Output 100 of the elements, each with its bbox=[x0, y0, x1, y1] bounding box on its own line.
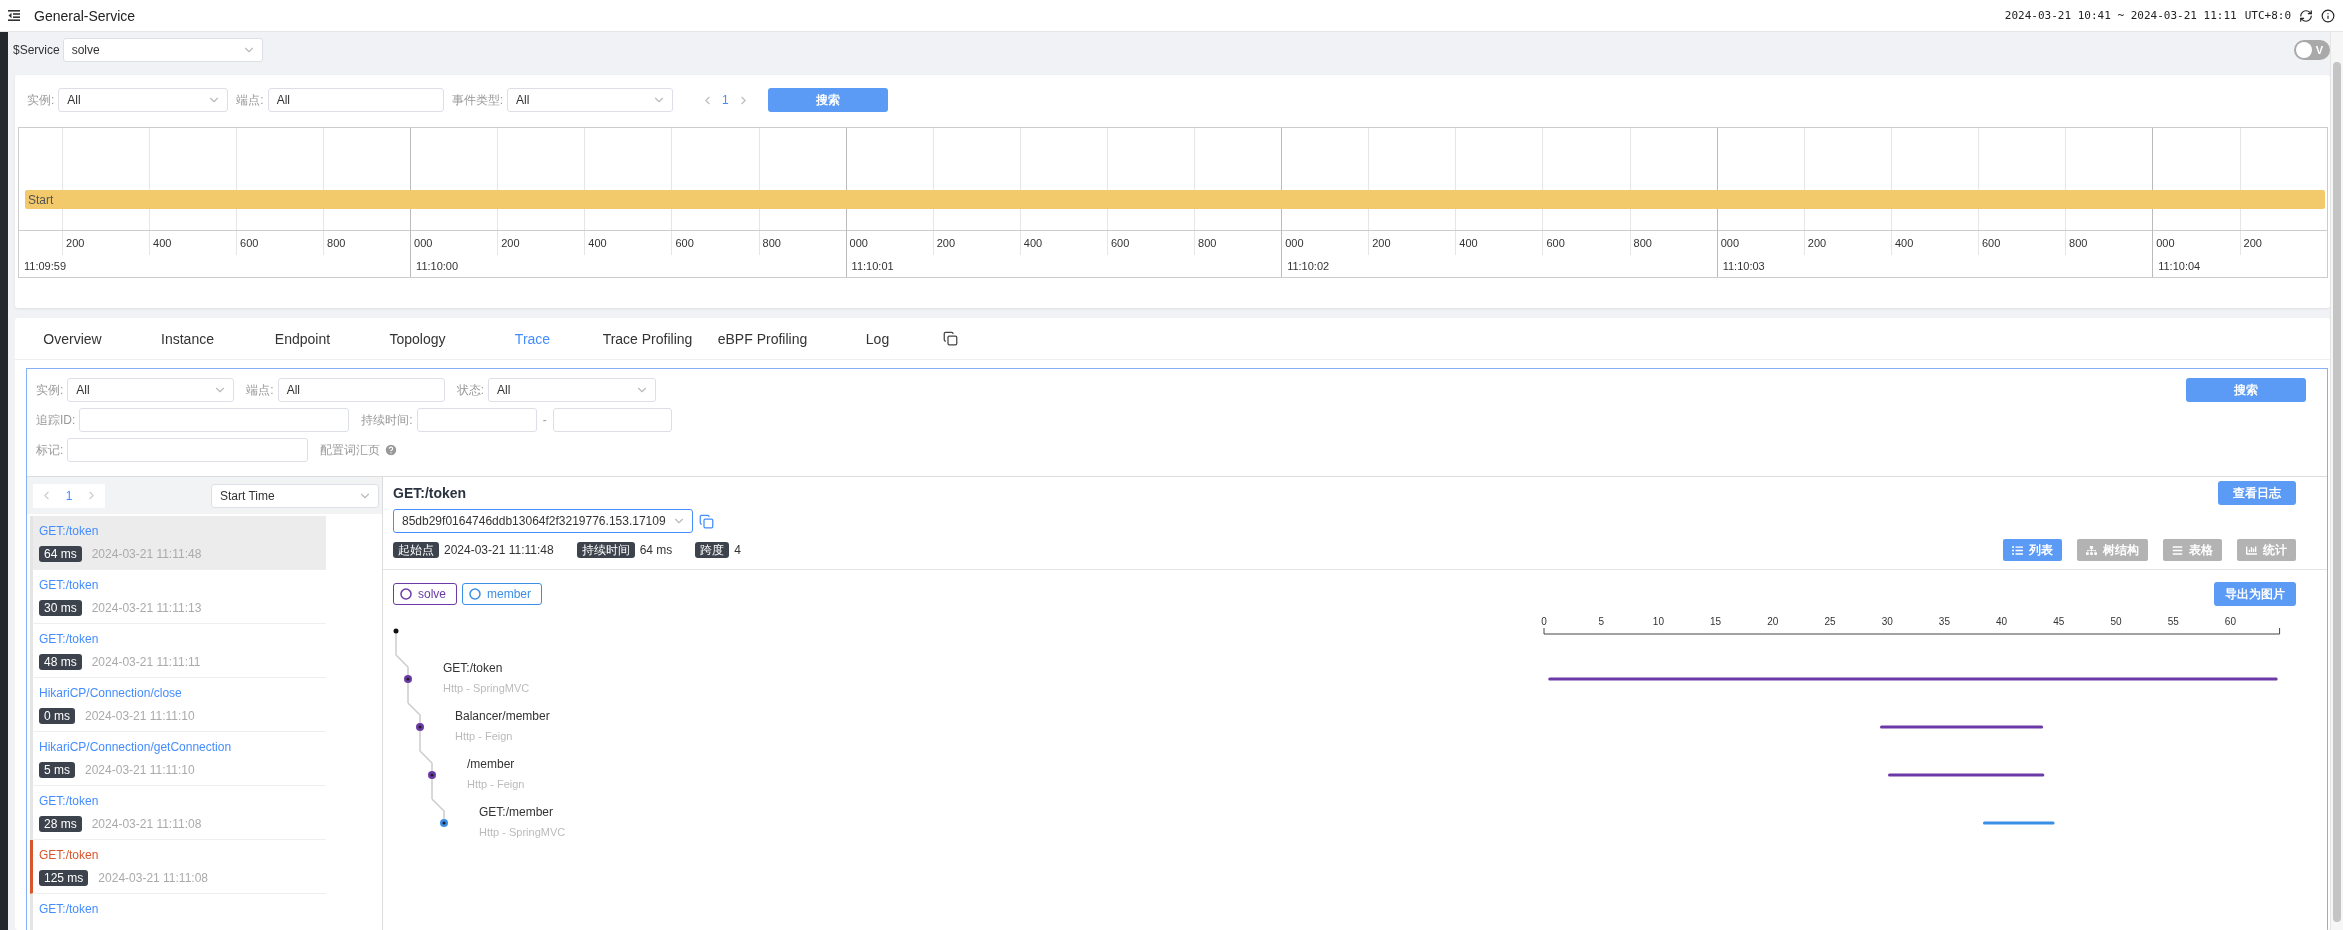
span-name: Balancer/member bbox=[455, 708, 550, 724]
trace-title: GET:/token bbox=[393, 485, 467, 501]
trace-endpoint: HikariCP/Connection/close bbox=[39, 685, 183, 701]
span-component: Http - Feign bbox=[455, 729, 514, 744]
service-label: $Service bbox=[13, 43, 60, 57]
dropdown[interactable]: All bbox=[488, 378, 657, 402]
axis-tick-label: 45 bbox=[2053, 616, 2065, 627]
duration-badge: 0 ms bbox=[39, 708, 75, 724]
service-tag[interactable]: member bbox=[462, 583, 543, 605]
axis-tick-label: 0 bbox=[1541, 616, 1547, 627]
field-label: 状态: bbox=[456, 381, 485, 399]
time-label: 11:10:01 bbox=[850, 260, 894, 273]
scrollbar-track[interactable] bbox=[2330, 32, 2343, 930]
axis-tick-label: 15 bbox=[1710, 616, 1722, 627]
tab[interactable]: Topology bbox=[360, 330, 475, 347]
refresh-icon[interactable] bbox=[2299, 8, 2313, 23]
axis-tick-label: 10 bbox=[1652, 616, 1664, 627]
tab[interactable]: Overview bbox=[15, 330, 130, 347]
help-icon[interactable] bbox=[384, 443, 399, 457]
tick-label: 600 bbox=[1109, 237, 1130, 250]
field-label: 端点: bbox=[236, 91, 264, 109]
trace-endpoint: GET:/token bbox=[39, 577, 100, 593]
dropdown[interactable]: All bbox=[58, 88, 229, 112]
tick-label: 200 bbox=[1371, 237, 1391, 250]
trace-list-item[interactable]: GET:/token 28 ms 2024-03-21 11:11:08 bbox=[30, 786, 326, 840]
info-label: 跨度 bbox=[695, 542, 730, 558]
input-field[interactable]: All bbox=[277, 378, 445, 402]
time-label: 11:10:04 bbox=[2157, 260, 2201, 273]
tab[interactable]: Endpoint bbox=[245, 330, 360, 347]
span-name: GET:/token bbox=[443, 660, 504, 676]
service-tag[interactable]: solve bbox=[393, 583, 457, 605]
table-icon bbox=[2172, 544, 2183, 556]
span-component: Http - SpringMVC bbox=[479, 825, 566, 840]
span-name: /member bbox=[467, 756, 516, 772]
input-field[interactable] bbox=[416, 408, 537, 432]
tick-label: 000 bbox=[2155, 237, 2175, 250]
dropdown[interactable]: All bbox=[507, 88, 674, 112]
field-label: 端点: bbox=[246, 381, 274, 399]
info-icon[interactable] bbox=[2321, 8, 2335, 23]
tab[interactable]: Trace Profiling bbox=[590, 330, 705, 347]
field-label: 实例: bbox=[27, 91, 55, 109]
trace-endpoint: GET:/token bbox=[39, 523, 100, 539]
tick-label: 200 bbox=[500, 237, 520, 250]
sort-select[interactable]: Start Time bbox=[211, 483, 379, 508]
trace-time: 2024-03-21 11:11:11 bbox=[91, 655, 201, 669]
duration-badge: 30 ms bbox=[39, 600, 82, 616]
tick-label: 600 bbox=[1981, 237, 2001, 250]
tick-label: 800 bbox=[1197, 237, 1217, 250]
tick-label: 000 bbox=[1284, 237, 1304, 250]
start-time: 2024-03-21 11:11:48 bbox=[444, 543, 554, 557]
input-field[interactable] bbox=[67, 438, 309, 462]
field-label: 事件类型: bbox=[451, 91, 504, 109]
axis-tick-label: 5 bbox=[1598, 616, 1604, 627]
range-separator: - bbox=[542, 413, 547, 427]
trace-endpoint: GET:/token bbox=[39, 631, 100, 647]
input-field[interactable]: All bbox=[267, 88, 444, 112]
scrollbar-thumb[interactable] bbox=[2333, 62, 2341, 922]
span-component: Http - Feign bbox=[467, 777, 525, 792]
trace-list-item[interactable]: HikariCP/Connection/close 0 ms 2024-03-21 11:11:10 bbox=[30, 678, 326, 732]
axis-tick-label: 25 bbox=[1824, 616, 1836, 627]
tab[interactable]: Instance bbox=[130, 330, 245, 347]
menu-icon[interactable] bbox=[8, 10, 20, 21]
trace-endpoint: GET:/token bbox=[39, 793, 100, 809]
info-label: 持续时间 bbox=[576, 542, 635, 558]
copy-icon[interactable] bbox=[943, 331, 958, 346]
tick-label: 200 bbox=[1806, 237, 1827, 250]
trace-id-select[interactable]: 85db29f0164746ddb13064f2f3219776.153.17109 bbox=[393, 509, 693, 533]
tick-label: 000 bbox=[1719, 237, 1740, 250]
field-label: 标记: bbox=[36, 441, 64, 459]
timeline-event-bar[interactable]: Start bbox=[25, 190, 2325, 209]
tab[interactable]: eBPF Profiling bbox=[705, 330, 820, 347]
timezone: UTC+8:0 bbox=[2244, 9, 2291, 22]
time-label: 11:10:00 bbox=[415, 260, 459, 273]
trace-time: 2024-03-21 11:11:10 bbox=[85, 763, 195, 777]
axis-tick-label: 20 bbox=[1767, 616, 1779, 627]
tick-label: 400 bbox=[1893, 237, 1914, 250]
trace-list-item[interactable]: GET:/token 125 ms 2024-03-21 11:11:08 bbox=[30, 840, 326, 894]
input-field[interactable] bbox=[79, 408, 350, 432]
field-label: 追踪ID: bbox=[36, 411, 76, 429]
list-icon bbox=[2012, 544, 2023, 556]
dropdown[interactable]: All bbox=[67, 378, 235, 402]
service-select[interactable]: solve bbox=[62, 38, 263, 62]
trace-list-item[interactable]: GET:/token 30 ms 2024-03-21 11:11:13 bbox=[30, 570, 326, 624]
axis-tick-label: 35 bbox=[1938, 616, 1950, 627]
trace-endpoint: GET:/token bbox=[39, 847, 100, 863]
trace-endpoint: GET:/token bbox=[39, 901, 100, 917]
tick-label: 800 bbox=[1632, 237, 1652, 250]
tick-label: 400 bbox=[1458, 237, 1478, 250]
duration-value: 64 ms bbox=[639, 543, 673, 557]
duration-badge: 28 ms bbox=[39, 816, 82, 832]
trace-list-item[interactable]: GET:/token 48 ms 2024-03-21 11:11:11 bbox=[30, 624, 326, 678]
time-range[interactable]: 2024-03-21 10:41 ~ 2024-03-21 11:11 bbox=[2004, 9, 2237, 22]
trace-list-item[interactable]: GET:/token 64 ms 2024-03-21 11:11:48 bbox=[30, 516, 326, 570]
connector-line bbox=[407, 703, 421, 751]
tick-label: 800 bbox=[761, 237, 781, 250]
tab[interactable]: Log bbox=[820, 330, 935, 347]
axis-tick-label: 50 bbox=[2110, 616, 2122, 627]
trace-list-item[interactable]: HikariCP/Connection/getConnection 5 ms 2024-03-21 11:11:10 bbox=[30, 732, 326, 786]
input-field[interactable] bbox=[552, 408, 672, 432]
root-dot bbox=[393, 628, 399, 634]
